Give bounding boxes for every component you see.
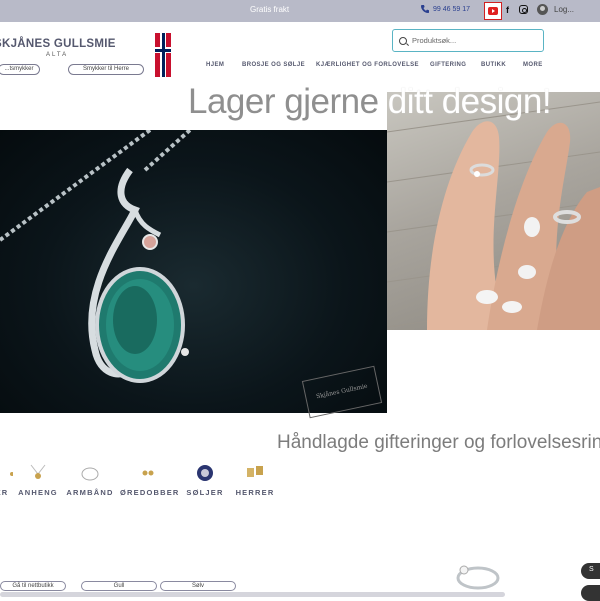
free-shipping-text: Gratis frakt [250,5,290,14]
side-action-label: S [589,566,594,573]
category-button-left[interactable]: ...tsmykker [0,64,40,75]
category-item-pendant[interactable]: ANHENG [10,462,66,497]
search-icon [399,36,407,45]
category-label: ARMBÅND [66,488,114,497]
brooch-icon [197,465,213,481]
facebook-icon[interactable]: f [506,5,509,15]
avatar-icon [537,4,548,15]
hero-title-part1: Lager gjerne [188,82,379,121]
hero-title-part2: ditt design! [387,82,552,121]
top-bar: Gratis frakt 99 46 59 17 f Log... [0,0,600,22]
norway-flag-icon [155,33,171,77]
section-subtitle: Håndlagde gifteringer og forlovelsesrin [277,432,600,453]
phone-icon [421,5,429,13]
nav-item-love[interactable]: KJÆRLIGHET OG FORLOVELSE [316,62,419,68]
youtube-icon[interactable] [484,2,502,20]
horizontal-scrollbar[interactable] [0,592,505,597]
side-action-button-2[interactable] [581,585,600,601]
phone-link[interactable]: 99 46 59 17 [420,4,470,14]
category-label: ANHENG [18,488,58,497]
search-input[interactable] [412,36,532,45]
ring-image [456,565,500,590]
hero-title: Lager gjerne ditt design! [188,82,552,122]
category-label: SØLJER [186,488,224,497]
hands-rings-image [387,92,600,330]
side-action-button[interactable]: S [581,563,600,579]
earrings-icon [142,470,154,476]
login-label: Log... [554,5,575,14]
silver-button[interactable]: Sølv [160,581,236,591]
category-item-brooch[interactable]: SØLJER [177,462,233,497]
go-to-shop-button[interactable]: Gå til nettbutikk [0,581,66,591]
nav-item-more[interactable]: MORE [523,62,543,68]
nav-item-shop[interactable]: BUTIKK [481,62,506,68]
instagram-icon[interactable] [519,5,528,14]
gold-button[interactable]: Gull [81,581,157,591]
pendant-image [0,130,387,413]
nav-item-brooch[interactable]: BROSJE OG SØLJE [242,62,305,68]
mens-jewelry-button[interactable]: Smykker til Herre [68,64,144,75]
category-label: ØREDOBBER [120,488,180,497]
category-label: HERRER [235,488,275,497]
category-item-men[interactable]: HERRER [227,462,283,497]
category-item-bracelet[interactable]: ARMBÅND [62,462,118,497]
nav-item-rings[interactable]: GIFTERING [430,62,466,68]
brand-location: ALTA [46,52,69,58]
login-button[interactable]: Log... [537,4,574,15]
bracelet-icon [81,467,99,481]
brand-name[interactable]: SKJÅNES GULLSMIE [0,38,116,50]
category-item-earrings[interactable]: ØREDOBBER [120,462,180,497]
cufflinks-icon [247,466,263,477]
phone-number: 99 46 59 17 [433,5,470,13]
pendant-icon [30,464,46,479]
nav-item-home[interactable]: HJEM [206,62,224,68]
search-box[interactable] [392,29,544,52]
